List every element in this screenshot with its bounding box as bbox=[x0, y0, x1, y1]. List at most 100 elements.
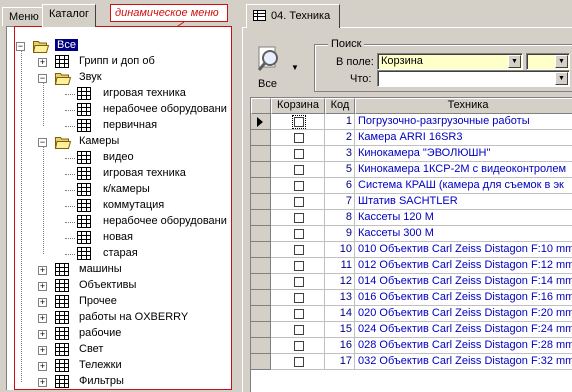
cell-kod: 8 bbox=[325, 210, 355, 226]
cell-korzina[interactable] bbox=[271, 306, 325, 322]
tab-menu[interactable]: Меню bbox=[2, 7, 46, 26]
row-indicator[interactable] bbox=[251, 178, 271, 194]
row-indicator[interactable] bbox=[251, 322, 271, 338]
row-indicator[interactable] bbox=[251, 306, 271, 322]
chevron-down-icon[interactable]: ▼ bbox=[555, 72, 568, 85]
table-row[interactable]: 8 Кассеты 120 М bbox=[251, 210, 572, 226]
korzina-checkbox[interactable] bbox=[294, 213, 304, 223]
cell-korzina[interactable] bbox=[271, 274, 325, 290]
chevron-down-icon[interactable]: ▼ bbox=[291, 63, 299, 72]
cell-korzina[interactable] bbox=[271, 258, 325, 274]
cell-korzina[interactable] bbox=[271, 146, 325, 162]
table-row[interactable]: 15 024 Объектив Carl Zeiss Distagon F:24 … bbox=[251, 322, 572, 338]
row-indicator[interactable] bbox=[251, 226, 271, 242]
korzina-checkbox[interactable] bbox=[294, 341, 304, 351]
cell-korzina[interactable] bbox=[271, 194, 325, 210]
row-indicator[interactable] bbox=[251, 130, 271, 146]
cell-korzina[interactable] bbox=[271, 114, 325, 130]
cell-korzina[interactable] bbox=[271, 322, 325, 338]
korzina-checkbox[interactable] bbox=[294, 309, 304, 319]
cell-technika: 012 Объектив Carl Zeiss Distagon F:12 mm bbox=[355, 258, 572, 274]
cell-korzina[interactable] bbox=[271, 338, 325, 354]
korzina-checkbox[interactable] bbox=[292, 115, 306, 129]
row-indicator[interactable] bbox=[251, 194, 271, 210]
row-indicator[interactable] bbox=[251, 290, 271, 306]
table-row[interactable]: 6 Система КРАШ (камера для съемок в эк bbox=[251, 178, 572, 194]
table-row[interactable]: 7 Штатив SACHTLER bbox=[251, 194, 572, 210]
korzina-checkbox[interactable] bbox=[294, 325, 304, 335]
cell-technika: Камера ARRI 16SR3 bbox=[355, 130, 572, 146]
chevron-down-icon[interactable]: ▼ bbox=[508, 55, 521, 68]
table-row[interactable]: 16 028 Объектив Carl Zeiss Distagon F:28 … bbox=[251, 338, 572, 354]
chevron-down-icon[interactable]: ▼ bbox=[555, 55, 568, 68]
column-header-kod[interactable]: Код bbox=[325, 98, 355, 114]
cell-kod: 12 bbox=[325, 274, 355, 290]
cell-technika: Погрузочно-разгрузочные работы bbox=[355, 114, 572, 130]
table-row[interactable]: 5 Кинокамера 1КСР-2М с видеоконтролем bbox=[251, 162, 572, 178]
row-indicator[interactable] bbox=[251, 354, 271, 370]
cell-korzina[interactable] bbox=[271, 242, 325, 258]
korzina-checkbox[interactable] bbox=[294, 181, 304, 191]
annotation-frame bbox=[14, 26, 232, 390]
search-field-select[interactable]: Корзина ▼ bbox=[377, 53, 523, 70]
cell-kod: 14 bbox=[325, 306, 355, 322]
korzina-checkbox[interactable] bbox=[294, 133, 304, 143]
cell-technika: Штатив SACHTLER bbox=[355, 194, 572, 210]
table-row[interactable]: 9 Кассеты 300 М bbox=[251, 226, 572, 242]
row-indicator[interactable] bbox=[251, 274, 271, 290]
row-indicator[interactable] bbox=[251, 114, 271, 130]
cell-korzina[interactable] bbox=[271, 162, 325, 178]
row-indicator[interactable] bbox=[251, 242, 271, 258]
cell-korzina[interactable] bbox=[271, 226, 325, 242]
search-what-input[interactable]: ▼ bbox=[377, 70, 570, 87]
search-group-title: Поиск bbox=[328, 38, 365, 50]
table-row[interactable]: 13 016 Объектив Carl Zeiss Distagon F:16 … bbox=[251, 290, 572, 306]
cell-kod: 10 bbox=[325, 242, 355, 258]
row-indicator[interactable] bbox=[251, 162, 271, 178]
korzina-checkbox[interactable] bbox=[294, 229, 304, 239]
tab-catalog[interactable]: Каталог bbox=[42, 4, 96, 27]
korzina-checkbox[interactable] bbox=[294, 357, 304, 367]
cell-korzina[interactable] bbox=[271, 210, 325, 226]
row-indicator[interactable] bbox=[251, 258, 271, 274]
column-header-technika[interactable]: Техника bbox=[355, 98, 572, 114]
cell-technika: Кинокамера 1КСР-2М с видеоконтролем bbox=[355, 162, 572, 178]
korzina-checkbox[interactable] bbox=[294, 197, 304, 207]
cell-kod: 5 bbox=[325, 162, 355, 178]
korzina-checkbox[interactable] bbox=[294, 149, 304, 159]
korzina-checkbox[interactable] bbox=[294, 277, 304, 287]
column-header-korzina[interactable]: Корзина bbox=[271, 98, 325, 114]
cell-kod: 2 bbox=[325, 130, 355, 146]
cell-korzina[interactable] bbox=[271, 130, 325, 146]
korzina-checkbox[interactable] bbox=[294, 245, 304, 255]
row-indicator[interactable] bbox=[251, 210, 271, 226]
cell-technika: Кассеты 300 М bbox=[355, 226, 572, 242]
table-row[interactable]: 17 032 Объектив Carl Zeiss Distagon F:32 … bbox=[251, 354, 572, 370]
korzina-checkbox[interactable] bbox=[294, 293, 304, 303]
table-row[interactable]: 10 010 Объектив Carl Zeiss Distagon F:10 … bbox=[251, 242, 572, 258]
cell-technika: Система КРАШ (камера для съемок в эк bbox=[355, 178, 572, 194]
table-row[interactable]: 11 012 Объектив Carl Zeiss Distagon F:12 … bbox=[251, 258, 572, 274]
cell-korzina[interactable] bbox=[271, 178, 325, 194]
cell-korzina[interactable] bbox=[271, 290, 325, 306]
search-what-label: Что: bbox=[350, 73, 372, 85]
cell-kod: 15 bbox=[325, 322, 355, 338]
row-indicator[interactable] bbox=[251, 338, 271, 354]
table-row[interactable]: 14 020 Объектив Carl Zeiss Distagon F:20 … bbox=[251, 306, 572, 322]
left-pane: Меню Каталог динамическое меню − Все + Грип… bbox=[0, 0, 238, 392]
cell-korzina[interactable] bbox=[271, 354, 325, 370]
search-field-select-2[interactable]: ▼ bbox=[526, 53, 570, 70]
cell-kod: 9 bbox=[325, 226, 355, 242]
korzina-checkbox[interactable] bbox=[294, 165, 304, 175]
korzina-checkbox[interactable] bbox=[294, 261, 304, 271]
technika-grid[interactable]: Корзина Код Техника 1 Погрузочно-разгрузо… bbox=[250, 97, 572, 392]
table-row[interactable]: 3 Кинокамера "ЭВОЛЮШН" bbox=[251, 146, 572, 162]
table-row[interactable]: 1 Погрузочно-разгрузочные работы bbox=[251, 114, 572, 130]
cell-technika: 014 Объектив Carl Zeiss Distagon F:14 mm bbox=[355, 274, 572, 290]
tab-technika[interactable]: 04. Техника bbox=[246, 4, 340, 28]
cell-kod: 7 bbox=[325, 194, 355, 210]
table-row[interactable]: 2 Камера ARRI 16SR3 bbox=[251, 130, 572, 146]
magnifier-icon bbox=[257, 46, 278, 71]
row-indicator[interactable] bbox=[251, 146, 271, 162]
table-row[interactable]: 12 014 Объектив Carl Zeiss Distagon F:14 … bbox=[251, 274, 572, 290]
